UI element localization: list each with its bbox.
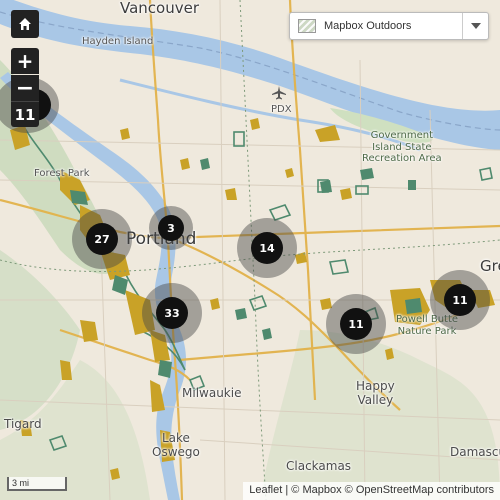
- label-tigard: Tigard: [4, 417, 42, 431]
- zoom-out-button[interactable]: −: [11, 75, 39, 101]
- home-button[interactable]: [11, 10, 39, 38]
- caret-down-icon[interactable]: [462, 13, 488, 39]
- zoom-in-button[interactable]: +: [11, 48, 39, 74]
- leaflet-link[interactable]: Leaflet: [249, 484, 282, 496]
- attribution: Leaflet | © Mapbox © OpenStreetMap contr…: [243, 482, 500, 500]
- airport-icon: [272, 86, 286, 100]
- label-clackamas: Clackamas: [286, 459, 352, 473]
- cluster-count: 14: [251, 232, 283, 264]
- attribution-copy: ©: [344, 484, 353, 496]
- cluster-count: 27: [86, 223, 118, 255]
- cluster-count: 11: [444, 284, 476, 316]
- label-damascus: Damascu: [450, 445, 500, 459]
- cluster-3[interactable]: 3: [149, 206, 193, 250]
- osm-link[interactable]: OpenStreetMap contributors: [356, 484, 494, 496]
- label-vancouver: Vancouver: [120, 0, 199, 17]
- label-forest-park: Forest Park: [34, 168, 90, 179]
- scale-bar: 3 mi: [7, 477, 67, 491]
- cluster-27[interactable]: 27: [72, 209, 132, 269]
- label-government-island: Government Island State Recreation Area: [362, 130, 442, 164]
- cluster-count: 33: [156, 297, 188, 329]
- cluster-33[interactable]: 33: [142, 283, 202, 343]
- zoom-level-indicator: 11: [11, 101, 39, 127]
- label-pdx: PDX: [271, 104, 292, 115]
- cluster-count: 11: [340, 308, 372, 340]
- map-thumbnail-icon: [298, 19, 316, 33]
- basemap-select[interactable]: Mapbox Outdoors: [289, 12, 489, 40]
- label-hayden-island: Hayden Island: [82, 36, 154, 47]
- mapbox-link[interactable]: Mapbox: [302, 484, 341, 496]
- label-happy-valley: Happy Valley: [356, 379, 395, 407]
- basemap-selected-label: Mapbox Outdoors: [324, 20, 412, 32]
- cluster-14[interactable]: 14: [237, 218, 297, 278]
- label-lake-oswego: Lake Oswego: [152, 431, 200, 459]
- home-icon: [19, 18, 31, 30]
- attribution-separator: | ©: [285, 484, 300, 496]
- cluster-11-a[interactable]: 11: [326, 294, 386, 354]
- label-gresham-partial: Gre: [480, 257, 500, 275]
- label-milwaukie: Milwaukie: [182, 386, 242, 400]
- cluster-11-b[interactable]: 11: [430, 270, 490, 330]
- map-view[interactable]: Vancouver Hayden Island PDX Government I…: [0, 0, 500, 500]
- cluster-count: 3: [158, 215, 184, 241]
